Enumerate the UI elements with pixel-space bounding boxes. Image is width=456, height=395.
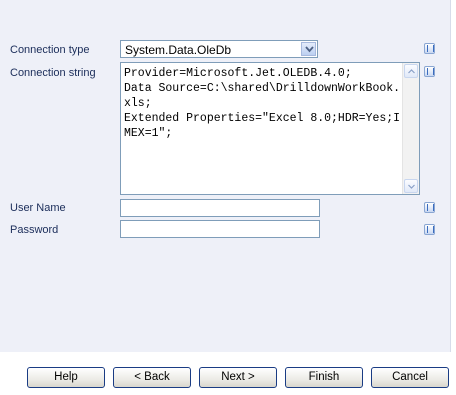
connection-string-scrollbar[interactable]: [402, 63, 419, 194]
connection-string-textarea[interactable]: Provider=Microsoft.Jet.OLEDB.4.0; Data S…: [120, 62, 420, 195]
cancel-button[interactable]: Cancel: [371, 367, 449, 388]
connection-string-label: Connection string: [10, 67, 96, 79]
next-button[interactable]: Next >: [199, 367, 277, 388]
password-input[interactable]: [120, 220, 320, 238]
chevron-down-icon[interactable]: [301, 42, 316, 56]
back-button[interactable]: < Back: [113, 367, 191, 388]
finish-button[interactable]: Finish: [285, 367, 363, 388]
connection-string-value: Provider=Microsoft.Jet.OLEDB.4.0; Data S…: [124, 67, 401, 140]
scroll-down-arrow-icon[interactable]: [404, 179, 418, 193]
connection-type-label: Connection type: [10, 44, 90, 56]
connection-string-info-icon[interactable]: [424, 66, 435, 77]
password-label: Password: [10, 224, 59, 236]
connection-type-value: System.Data.OleDb: [125, 43, 232, 57]
user-name-label: User Name: [10, 202, 66, 214]
user-name-input[interactable]: [120, 199, 320, 217]
connection-type-select[interactable]: System.Data.OleDb: [120, 40, 318, 58]
user-name-info-icon[interactable]: [424, 202, 435, 213]
connection-type-info-icon[interactable]: [424, 43, 435, 54]
help-button[interactable]: Help: [27, 367, 105, 388]
password-info-icon[interactable]: [424, 224, 435, 235]
scroll-up-arrow-icon[interactable]: [404, 64, 418, 78]
